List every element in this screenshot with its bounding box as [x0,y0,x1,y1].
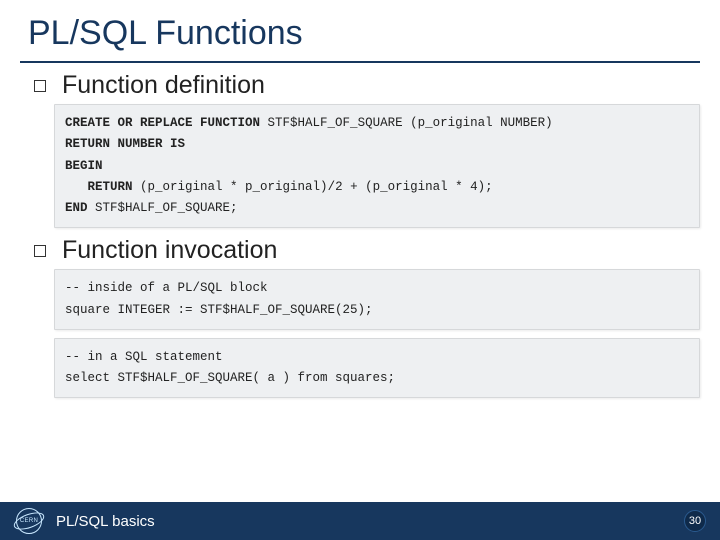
section-heading-row: Function invocation [20,236,700,265]
section-definition: Function definition CREATE OR REPLACE FU… [20,71,700,228]
section-heading: Function definition [62,71,265,100]
code-block: CREATE OR REPLACE FUNCTION STF$HALF_OF_S… [54,104,700,228]
code-block: -- inside of a PL/SQL block square INTEG… [54,269,700,330]
cern-logo-icon: CERN [16,508,42,534]
section-invocation: Function invocation -- inside of a PL/SQ… [20,236,700,398]
square-bullet-icon [34,80,46,92]
code-block: -- in a SQL statement select STF$HALF_OF… [54,338,700,399]
title-rule [20,61,700,63]
section-heading: Function invocation [62,236,277,265]
footer-text: PL/SQL basics [56,513,155,530]
section-heading-row: Function definition [20,71,700,100]
footer-bar: CERN PL/SQL basics 30 [0,502,720,540]
page-number-badge: 30 [684,510,706,532]
slide-title: PL/SQL Functions [0,0,720,59]
square-bullet-icon [34,245,46,257]
content-area: Function definition CREATE OR REPLACE FU… [0,71,720,398]
